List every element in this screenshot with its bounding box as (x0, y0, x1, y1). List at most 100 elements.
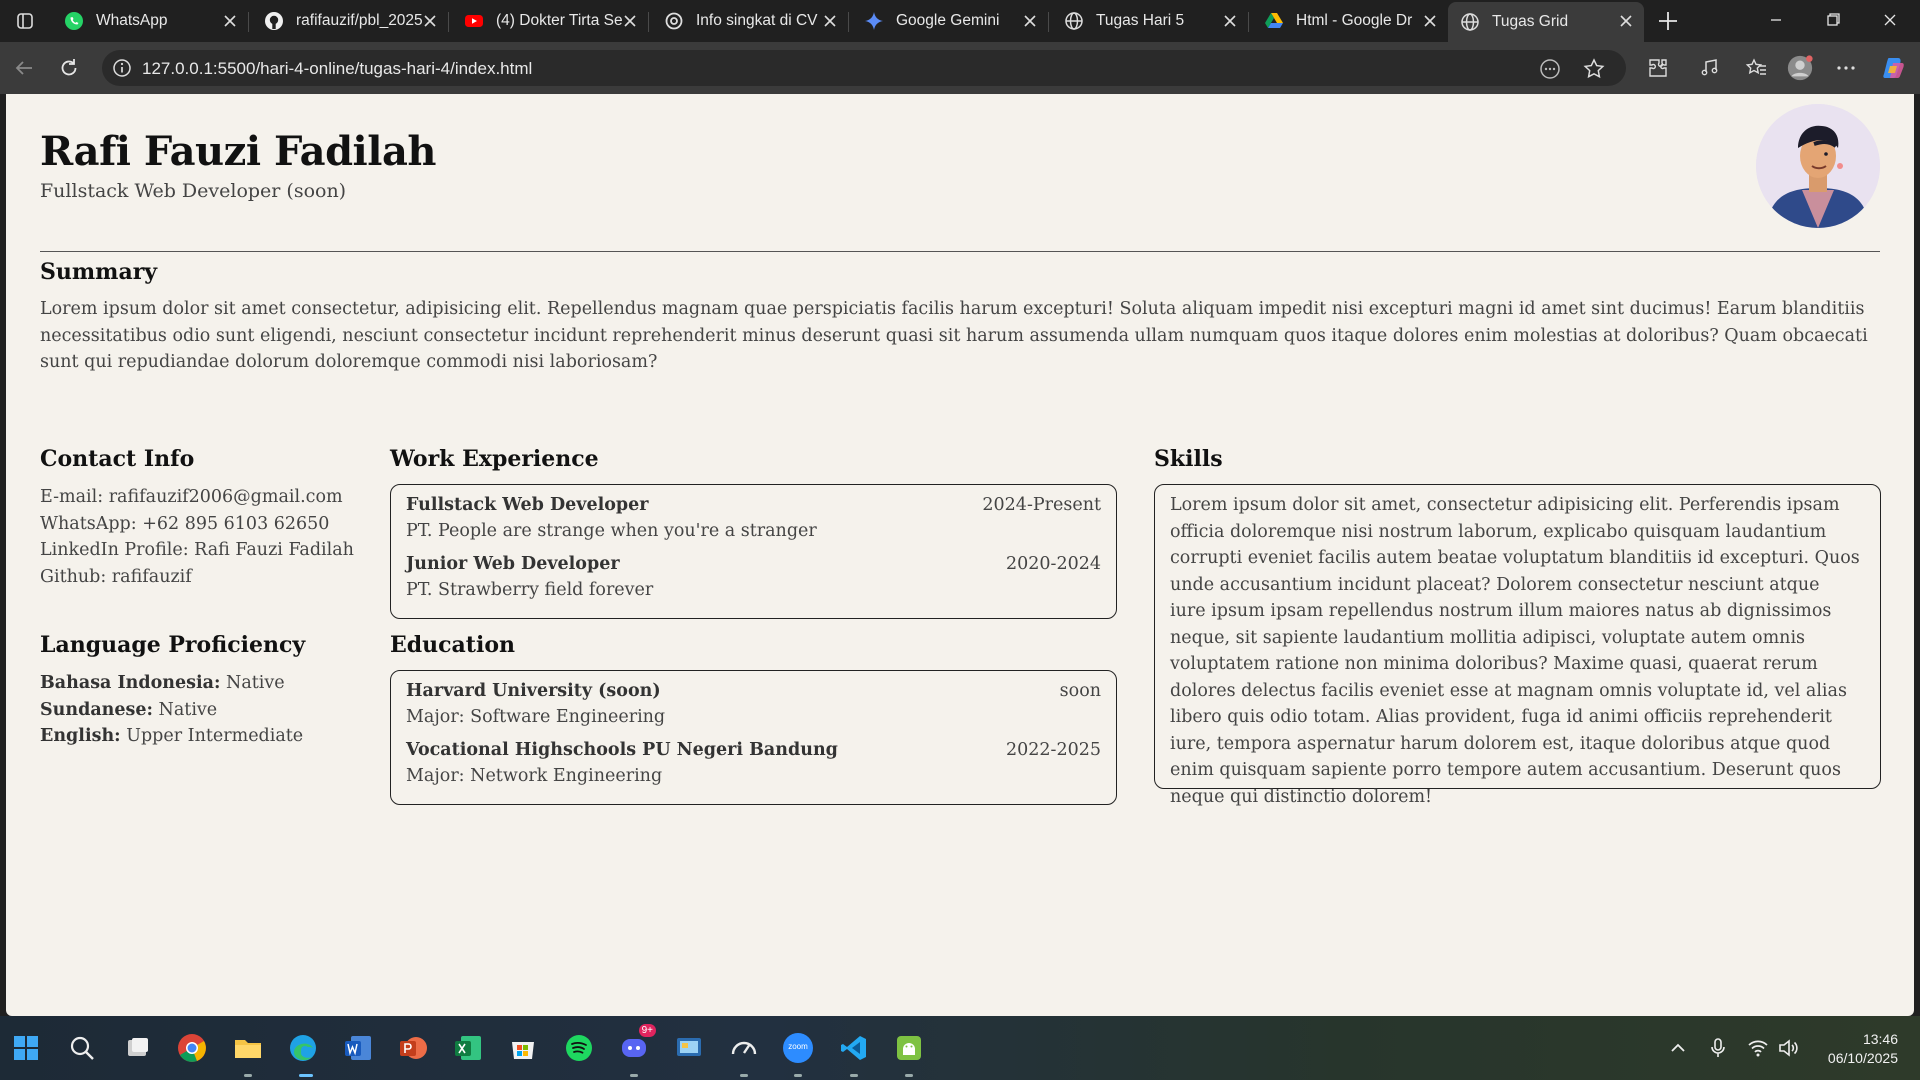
language-level: Native (226, 673, 285, 693)
discord-icon[interactable]: 9+ (616, 1024, 656, 1066)
refresh-button[interactable] (55, 54, 83, 82)
tab-divider (248, 12, 249, 32)
close-icon[interactable] (622, 13, 638, 29)
close-icon[interactable] (1022, 13, 1038, 29)
volume-icon[interactable] (1776, 1036, 1800, 1060)
android-app-icon[interactable] (891, 1030, 927, 1066)
extensions-icon[interactable] (1644, 54, 1672, 82)
google-drive-icon (1264, 11, 1284, 31)
task-view-icon[interactable] (120, 1030, 156, 1066)
tab-tugas-grid[interactable]: Tugas Grid (1448, 2, 1644, 42)
running-indicator (630, 1074, 638, 1077)
tab-gemini[interactable]: Google Gemini (852, 2, 1049, 40)
running-indicator (905, 1074, 913, 1077)
language-name: Sundanese: (40, 699, 153, 720)
skills-heading: Skills (1154, 446, 1223, 472)
language-name: English: (40, 726, 121, 746)
minimize-button[interactable] (1762, 8, 1790, 32)
tab-divider (648, 12, 649, 32)
tab-chatgpt[interactable]: Info singkat di CV (652, 2, 849, 40)
microsoft-store-icon[interactable] (505, 1030, 541, 1066)
skills-card: Lorem ipsum dolor sit amet, consectetur … (1154, 484, 1881, 807)
whatsapp-icon (64, 11, 84, 31)
avatar (1756, 104, 1880, 228)
close-icon[interactable] (222, 13, 238, 29)
tab-actions-icon[interactable] (10, 6, 40, 36)
url-text[interactable]: 127.0.0.1:5500/hari-4-online/tugas-hari-… (142, 59, 532, 79)
close-icon[interactable] (422, 13, 438, 29)
close-icon[interactable] (1422, 13, 1438, 29)
close-icon[interactable] (822, 13, 838, 29)
close-window-button[interactable] (1876, 8, 1904, 32)
language-name: Bahasa Indonesia: (40, 673, 221, 693)
contact-linkedin: LinkedIn Profile: Rafi Fauzi Fadilah (40, 540, 354, 560)
work-title: Junior Web Developer (406, 554, 620, 574)
work-company: PT. People are strange when you're a str… (406, 521, 817, 541)
speed-gauge-icon[interactable] (726, 1030, 762, 1066)
summary-text: Lorem ipsum dolor sit amet consectetur, … (40, 299, 1868, 372)
active-indicator (299, 1074, 313, 1077)
education-heading: Education (390, 632, 515, 658)
favorite-star-icon[interactable] (1582, 57, 1606, 81)
chevron-up-icon[interactable] (1666, 1036, 1690, 1060)
restore-button[interactable] (1819, 8, 1847, 32)
close-icon[interactable] (1222, 13, 1238, 29)
page-viewport: Rafi Fauzi Fadilah Fullstack Web Develop… (6, 94, 1914, 1016)
address-bar[interactable]: 127.0.0.1:5500/hari-4-online/tugas-hari-… (102, 50, 1626, 86)
profile-avatar-icon[interactable] (1786, 54, 1814, 82)
globe-icon (1460, 12, 1480, 32)
education-school: Harvard University (soon) (406, 681, 661, 701)
tab-google-drive[interactable]: Html - Google Dr (1252, 2, 1448, 40)
zoom-icon[interactable]: zoom (780, 1030, 816, 1066)
search-icon[interactable] (64, 1030, 100, 1066)
work-date: 2024-Present (982, 495, 1101, 515)
tab-divider (1048, 12, 1049, 32)
windows-start-icon[interactable] (8, 1030, 44, 1066)
microphone-icon[interactable] (1706, 1036, 1730, 1060)
settings-more-icon[interactable] (1832, 54, 1860, 82)
tab-youtube[interactable]: (4) Dokter Tirta Se (452, 2, 649, 40)
edge-icon[interactable] (285, 1030, 321, 1066)
media-control-icon[interactable] (1697, 54, 1725, 82)
system-clock[interactable]: 13:46 06/10/2025 (1828, 1030, 1898, 1068)
reading-mode-icon[interactable] (1538, 57, 1562, 81)
powerpoint-icon[interactable] (395, 1030, 431, 1066)
skills-text: Lorem ipsum dolor sit amet, consectetur … (1170, 495, 1860, 807)
vscode-icon[interactable] (836, 1030, 872, 1066)
work-company: PT. Strawberry field forever (406, 580, 654, 600)
language-level: Native (158, 699, 218, 720)
zoom-label: zoom (788, 1042, 808, 1051)
contact-whatsapp: WhatsApp: +62 895 6103 62650 (40, 513, 330, 534)
file-explorer-icon[interactable] (230, 1030, 266, 1066)
work-experience-card: Fullstack Web Developer 2024-Present PT.… (390, 484, 1117, 619)
control-panel-icon[interactable] (671, 1030, 707, 1066)
close-icon[interactable] (1618, 13, 1634, 29)
work-date: 2020-2024 (1006, 554, 1101, 574)
running-indicator (244, 1074, 252, 1077)
tab-whatsapp[interactable]: WhatsApp (52, 2, 249, 40)
work-item: Junior Web Developer 2020-2024 PT. Straw… (406, 551, 1101, 603)
tab-tugas-hari-5[interactable]: Tugas Hari 5 (1052, 2, 1249, 40)
word-icon[interactable] (340, 1030, 376, 1066)
contact-github: Github: rafifauzif (40, 566, 192, 587)
tab-divider (448, 12, 449, 32)
excel-icon[interactable] (450, 1030, 486, 1066)
chatgpt-icon (664, 11, 684, 31)
running-indicator (850, 1074, 858, 1077)
favorites-icon[interactable] (1742, 54, 1770, 82)
chrome-icon[interactable] (174, 1030, 210, 1066)
back-button[interactable] (10, 54, 38, 82)
new-tab-button[interactable] (1654, 7, 1682, 35)
spotify-icon[interactable] (561, 1030, 597, 1066)
education-card: Harvard University (soon) soon Major: So… (390, 670, 1117, 805)
windows-taskbar: 9+ zoom 13:46 06/10/2025 (0, 1016, 1920, 1080)
language-heading: Language Proficiency (40, 632, 306, 658)
education-major: Major: Network Engineering (406, 766, 663, 786)
contact-heading: Contact Info (40, 446, 195, 472)
gemini-icon (864, 11, 884, 31)
site-info-icon[interactable] (112, 58, 132, 78)
wifi-icon[interactable] (1746, 1036, 1770, 1060)
notification-badge: 9+ (638, 1024, 656, 1037)
tab-github[interactable]: rafifauzif/pbl_2025 (252, 2, 449, 40)
copilot-icon[interactable] (1880, 54, 1908, 82)
